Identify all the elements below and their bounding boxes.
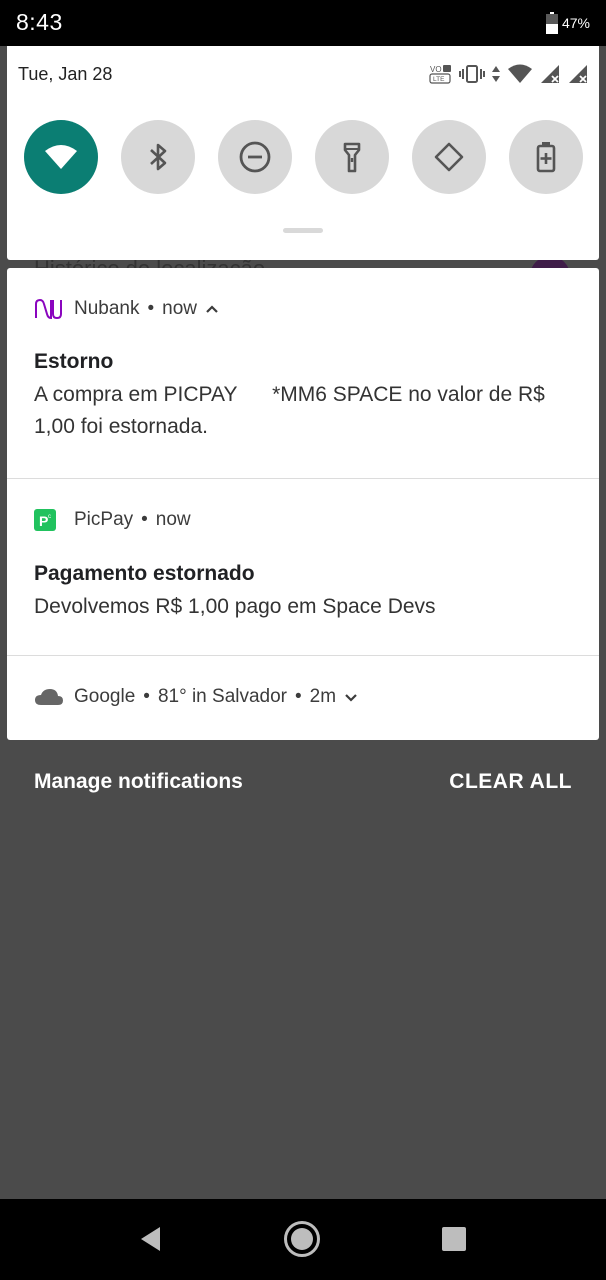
wifi-tile[interactable] (24, 120, 98, 194)
bluetooth-icon (150, 143, 167, 171)
do-not-disturb-tile[interactable] (218, 120, 292, 194)
do-not-disturb-icon (239, 141, 271, 173)
notification-app-name: Google (74, 686, 136, 707)
svg-text:LTE: LTE (433, 76, 445, 83)
status-time: 8:43 (16, 9, 63, 35)
svg-text:c: c (48, 514, 51, 520)
svg-text:VO: VO (430, 65, 442, 74)
status-right: 47% (545, 12, 590, 34)
notification-app-name: Nubank (74, 298, 140, 319)
notification-time: now (155, 509, 191, 530)
notification-title: Estorno (34, 350, 114, 373)
battery-icon (545, 12, 558, 34)
picpay-logo-icon: P c (34, 509, 64, 531)
bluetooth-tile[interactable] (121, 120, 195, 194)
notification-body: A compra em PICPAY *MM6 SPACE no valor d… (34, 383, 551, 438)
notification-app-name: PicPay (74, 509, 134, 530)
navigation-bar (0, 1199, 606, 1280)
svg-text:P: P (39, 513, 48, 529)
notification-picpay[interactable]: P c PicPay • now Pagamento estornado Dev… (7, 478, 599, 655)
home-icon (284, 1221, 320, 1257)
flashlight-tile[interactable] (315, 120, 389, 194)
recents-icon (442, 1227, 466, 1251)
quick-settings-panel: Tue, Jan 28 VO LTE (7, 46, 599, 260)
signal-icon (569, 65, 587, 83)
battery-saver-icon (536, 142, 556, 173)
battery-percent: 47% (561, 15, 590, 31)
notification-header: Google • 81° in Salvador • 2m (34, 686, 358, 708)
nubank-logo-icon (34, 298, 64, 320)
chevron-down-icon[interactable] (344, 690, 358, 704)
data-arrows-icon (492, 66, 500, 82)
chevron-up-icon[interactable] (205, 302, 219, 316)
clear-all-button[interactable]: CLEAR ALL (449, 770, 572, 794)
notification-detail: 81° in Salvador (157, 686, 288, 707)
qs-date[interactable]: Tue, Jan 28 (18, 64, 112, 85)
notification-time: now (162, 298, 198, 319)
wifi-icon (508, 64, 532, 83)
separator-dot: • (143, 686, 150, 707)
auto-rotate-tile[interactable] (412, 120, 486, 194)
notification-list: Nubank • now Estorno A compra em PICPAY … (7, 268, 599, 740)
status-bar: 8:43 47% (0, 0, 606, 46)
notification-header: P c PicPay • now (34, 509, 191, 531)
signal-icon (541, 65, 559, 83)
qs-status-icons: VO LTE (429, 64, 589, 84)
notification-nubank[interactable]: Nubank • now Estorno A compra em PICPAY … (7, 268, 599, 478)
notification-body: Devolvemos R$ 1,00 pago em Space Devs (34, 595, 436, 618)
vibrate-icon (459, 65, 485, 83)
notification-footer: Manage notifications CLEAR ALL (0, 760, 606, 806)
separator-dot: • (141, 509, 148, 530)
quick-settings-tiles (24, 120, 584, 194)
back-icon (141, 1227, 160, 1251)
qs-drag-handle[interactable] (283, 228, 323, 233)
notification-google[interactable]: Google • 81° in Salvador • 2m (7, 655, 599, 740)
wifi-icon (45, 145, 77, 169)
recents-button[interactable] (434, 1219, 474, 1259)
notification-header: Nubank • now (34, 298, 219, 320)
manage-notifications-button[interactable]: Manage notifications (34, 770, 243, 794)
auto-rotate-icon (434, 142, 464, 172)
flashlight-icon (343, 142, 361, 173)
battery-saver-tile[interactable] (509, 120, 583, 194)
back-button[interactable] (130, 1219, 170, 1259)
notification-time: 2m (309, 686, 337, 707)
volte-icon: VO LTE (429, 65, 451, 84)
notification-title: Pagamento estornado (34, 562, 255, 585)
cloud-icon (34, 686, 64, 708)
separator-dot: • (147, 298, 155, 319)
separator-dot: • (295, 686, 302, 707)
home-button[interactable] (282, 1219, 322, 1259)
